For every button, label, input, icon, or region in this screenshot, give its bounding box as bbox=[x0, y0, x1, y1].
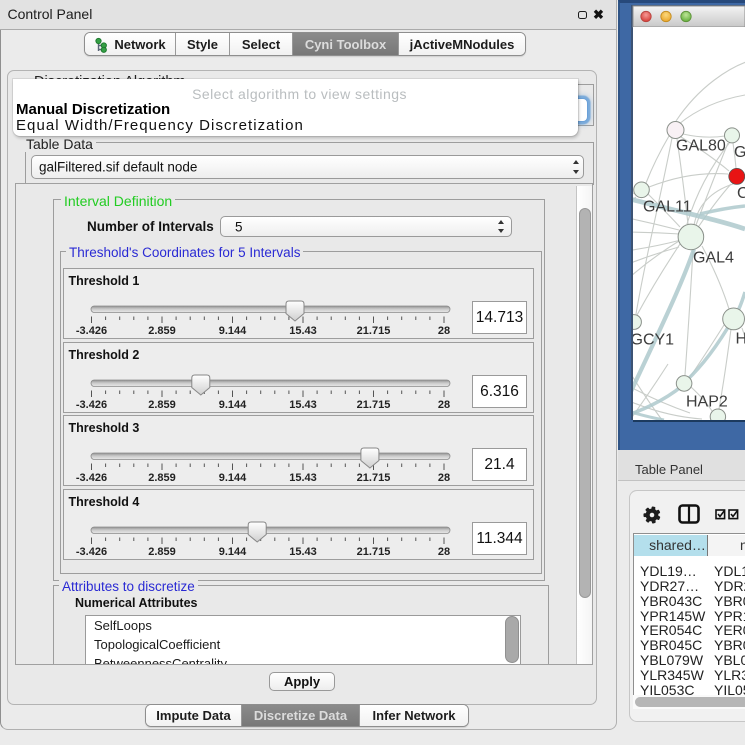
svg-text:28: 28 bbox=[438, 325, 450, 337]
svg-text:-3.426: -3.426 bbox=[76, 546, 107, 558]
svg-text:9.144: 9.144 bbox=[219, 472, 247, 484]
svg-text:C: C bbox=[737, 185, 745, 202]
svg-text:H: H bbox=[736, 331, 745, 348]
svg-text:28: 28 bbox=[438, 546, 450, 558]
svg-text:2.859: 2.859 bbox=[148, 546, 176, 558]
svg-text:GAL80: GAL80 bbox=[676, 138, 726, 155]
svg-text:21.715: 21.715 bbox=[357, 325, 391, 337]
svg-text:21.715: 21.715 bbox=[357, 399, 391, 411]
svg-text:9.144: 9.144 bbox=[219, 399, 247, 411]
svg-text:21.715: 21.715 bbox=[357, 546, 391, 558]
svg-text:15.43: 15.43 bbox=[289, 325, 317, 337]
svg-text:2.859: 2.859 bbox=[148, 472, 176, 484]
svg-text:15.43: 15.43 bbox=[289, 472, 317, 484]
svg-text:9.144: 9.144 bbox=[219, 325, 247, 337]
svg-text:HAP2: HAP2 bbox=[686, 394, 728, 411]
svg-text:28: 28 bbox=[438, 472, 450, 484]
svg-text:GAL4: GAL4 bbox=[693, 250, 734, 267]
svg-text:-3.426: -3.426 bbox=[76, 325, 107, 337]
svg-text:21.715: 21.715 bbox=[357, 472, 391, 484]
svg-text:28: 28 bbox=[438, 399, 450, 411]
svg-text:GAL11: GAL11 bbox=[643, 199, 692, 216]
svg-text:2.859: 2.859 bbox=[148, 399, 176, 411]
svg-text:2.859: 2.859 bbox=[148, 325, 176, 337]
svg-text:9.144: 9.144 bbox=[219, 546, 247, 558]
svg-text:-3.426: -3.426 bbox=[76, 399, 107, 411]
svg-text:-3.426: -3.426 bbox=[76, 472, 107, 484]
svg-text:GCY1: GCY1 bbox=[631, 332, 675, 349]
svg-text:15.43: 15.43 bbox=[289, 399, 317, 411]
svg-text:15.43: 15.43 bbox=[289, 546, 317, 558]
svg-text:GA: GA bbox=[734, 144, 745, 161]
